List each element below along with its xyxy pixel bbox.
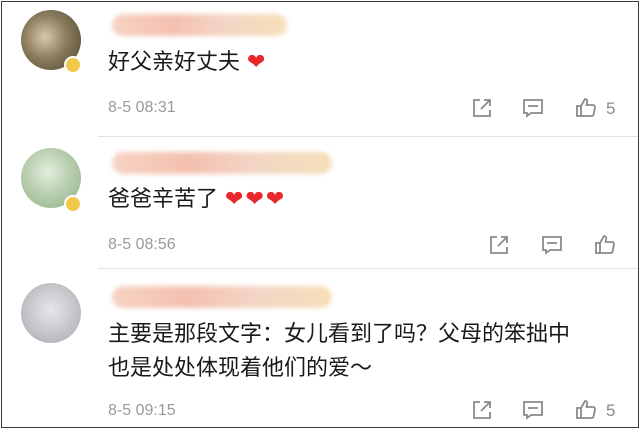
share-icon[interactable] — [470, 96, 494, 120]
like-icon[interactable] — [574, 398, 598, 422]
like-count: 5 — [606, 99, 616, 118]
comment-icon[interactable] — [521, 398, 545, 422]
comment-body: 好父亲好丈夫 — [108, 50, 241, 75]
comment-body: 爸爸辛苦了 — [108, 187, 219, 212]
heart-emoji-icon: ❤❤❤ — [225, 187, 287, 212]
comment-text: 好父亲好丈夫 ❤ — [108, 48, 267, 78]
like-count: 5 — [606, 401, 616, 420]
heart-emoji-icon: ❤ — [247, 50, 268, 75]
verified-badge-icon — [64, 56, 82, 74]
like-icon[interactable] — [593, 233, 617, 257]
share-icon[interactable] — [487, 233, 511, 257]
comment-time: 8-5 08:56 — [108, 236, 176, 253]
comment-icon[interactable] — [521, 96, 545, 120]
username-blurred[interactable] — [112, 14, 287, 36]
divider — [98, 268, 638, 269]
verified-badge-icon — [64, 195, 82, 213]
share-icon[interactable] — [470, 398, 494, 422]
username-blurred[interactable] — [112, 152, 332, 174]
comment-time: 8-5 08:31 — [108, 99, 176, 116]
like-icon[interactable] — [574, 96, 598, 120]
comment-text-line-2: 也是处处体现着他们的爱～ — [108, 356, 373, 381]
comment-time: 8-5 09:15 — [108, 402, 176, 419]
comment-text-line-1: 主要是那段文字：女儿看到了吗？父母的笨拙中 — [108, 322, 571, 347]
comment-icon[interactable] — [540, 233, 564, 257]
username-blurred[interactable] — [112, 286, 332, 308]
avatar[interactable] — [21, 283, 81, 343]
comment-text: 爸爸辛苦了 ❤❤❤ — [108, 185, 286, 215]
divider — [98, 136, 638, 137]
